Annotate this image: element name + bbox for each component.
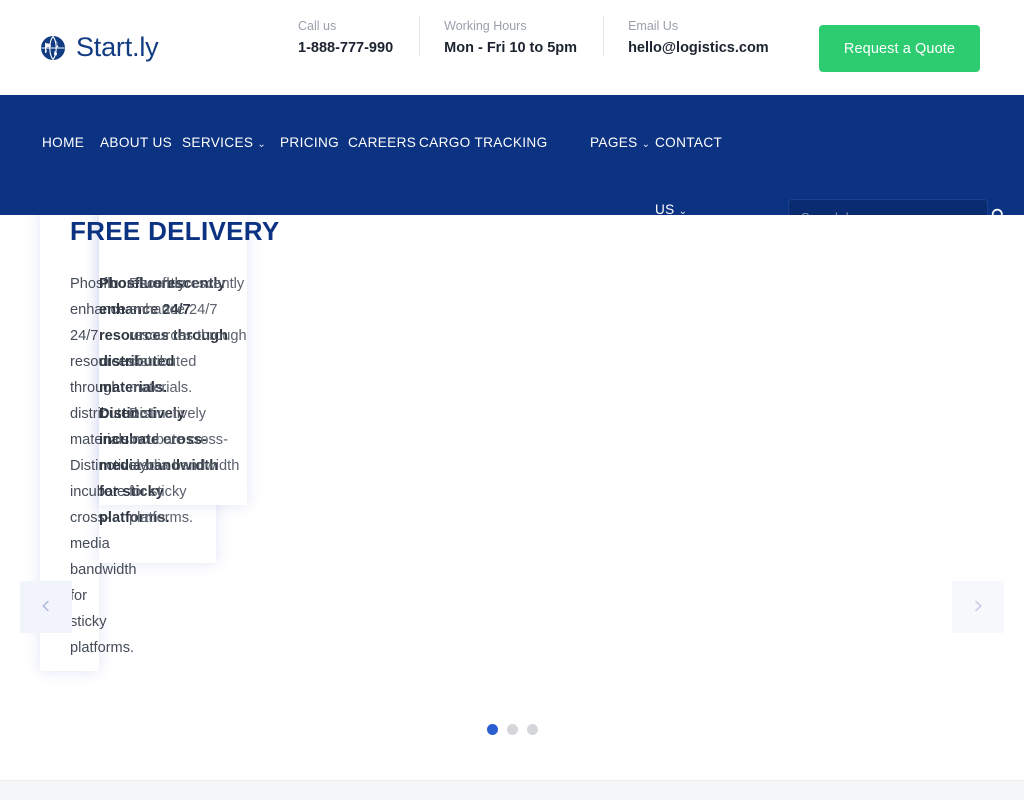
chevron-down-icon: ⌄ — [257, 139, 267, 150]
contact-block-call-us: Call us 1-888-777-990 — [298, 16, 419, 56]
contact-label: Email Us — [628, 19, 679, 33]
nav-item-about-us[interactable]: ABOUT US — [100, 109, 182, 176]
nav-label: SERVICES — [182, 135, 254, 150]
carousel-dot-3[interactable] — [526, 724, 538, 735]
contact-label: Call us — [298, 19, 337, 33]
globe-icon — [40, 35, 66, 61]
hero-paragraph-overlay: Phosfluorescently enhance 24/7 resources… — [129, 276, 247, 526]
chevron-down-icon: ⌄ — [641, 139, 651, 150]
nav-item-pricing[interactable]: PRICING — [280, 109, 348, 176]
hero-carousel: FREE DELIVERY Phosfluorescently enhance … — [0, 215, 1024, 780]
contact-block-email: Email Us hello@logistics.com — [603, 16, 795, 56]
contact-value-hours: Mon - Fri 10 to 5pm — [444, 40, 578, 56]
request-quote-button[interactable]: Request a Quote — [819, 25, 980, 72]
carousel-prev-button[interactable] — [20, 581, 72, 633]
chevron-right-icon — [972, 600, 984, 615]
nav-label: ABOUT US — [100, 135, 173, 150]
nav-item-cargo-tracking[interactable]: CARGO TRACKING — [419, 109, 552, 176]
nav-label: CARGO TRACKING — [419, 135, 548, 150]
nav-label: HOME — [42, 135, 85, 150]
chevron-left-icon — [40, 600, 52, 615]
nav-item-pages[interactable]: PAGES ⌄ — [590, 109, 655, 178]
next-section-placeholder — [0, 780, 1024, 800]
brand-logo[interactable]: Start.ly — [40, 32, 159, 63]
carousel-next-button[interactable] — [952, 581, 1004, 633]
brand-name: Start.ly — [76, 32, 159, 62]
contact-label: Working Hours — [444, 19, 527, 33]
hero-heading: FREE DELIVERY — [70, 216, 280, 246]
carousel-pagination — [0, 724, 1024, 735]
contact-value-email[interactable]: hello@logistics.com — [628, 40, 769, 56]
nav-item-careers[interactable]: CAREERS — [348, 109, 419, 176]
nav-item-services[interactable]: SERVICES ⌄ — [182, 109, 280, 178]
contact-value-phone[interactable]: 1-888-777-990 — [298, 40, 393, 56]
carousel-dot-2[interactable] — [506, 724, 518, 735]
nav-label: PAGES — [590, 135, 638, 150]
nav-item-home[interactable]: HOME — [42, 109, 100, 176]
main-navigation: HOME ABOUT US SERVICES ⌄ PRICING CAREERS … — [0, 95, 1024, 235]
contact-block-working-hours: Working Hours Mon - Fri 10 to 5pm — [419, 16, 603, 56]
carousel-dot-1[interactable] — [486, 724, 498, 735]
contact-info-group: Call us 1-888-777-990 Working Hours Mon … — [298, 16, 795, 56]
nav-label: CAREERS — [348, 135, 417, 150]
top-bar: Start.ly Call us 1-888-777-990 Working H… — [0, 0, 1024, 95]
nav-label: PRICING — [280, 135, 340, 150]
nav-label: CONTACT US — [655, 135, 722, 217]
